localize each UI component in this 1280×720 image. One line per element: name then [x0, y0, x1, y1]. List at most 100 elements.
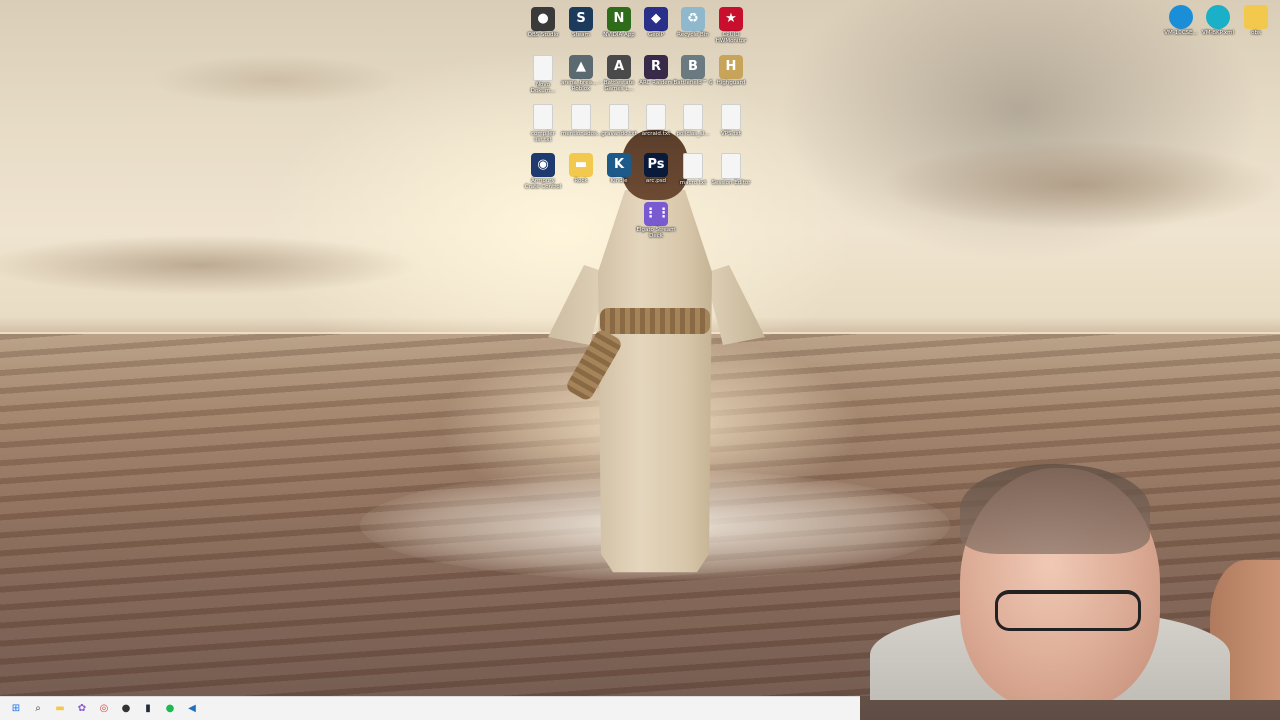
desktop-icon-label: Session Editor: [711, 180, 751, 186]
desktop-icon-label: policias_sl...: [676, 131, 710, 137]
edge-desktop-shortcut[interactable]: VM-10CSE...: [1161, 2, 1201, 36]
text-file-icon: [683, 104, 703, 130]
search-icon[interactable]: ⌕: [30, 701, 46, 717]
desktop-icon-label: Elgato Stream Deck: [636, 227, 676, 239]
folder-desktop-shortcut[interactable]: ▬ Rock: [561, 150, 601, 184]
kindle-icon: K: [607, 153, 631, 177]
armoury-icon: ◉: [531, 153, 555, 177]
desktop-icon-label: OBS Studio: [527, 32, 559, 38]
webcam-hair: [960, 464, 1150, 554]
nvidia-desktop-shortcut[interactable]: N NVIDIA App: [599, 4, 639, 38]
desktop-icon-label: obs: [1251, 30, 1261, 36]
hwmonitor-desktop-shortcut[interactable]: ★ CPUID HWMonitor: [711, 4, 751, 44]
stream-deck-icon: ⋮⋮: [644, 202, 670, 226]
desktop-icon-label: VM-10CSE...: [1164, 30, 1198, 36]
webcam-glasses: [995, 590, 1141, 631]
desktop-icon-label: Recycle Bin: [677, 32, 709, 38]
desktop-icon-label: ARC Raiders: [639, 80, 673, 86]
wallpaper-figure: [540, 130, 770, 573]
desktop-icon-label: VM-BKP.xml: [1201, 30, 1235, 36]
text-file-icon: [721, 104, 741, 130]
obs-icon[interactable]: ●: [118, 701, 134, 717]
text-file-icon: [683, 153, 703, 179]
desktop-icon-label: Steam: [572, 32, 590, 38]
text-file-desktop-shortcut[interactable]: gravando.txt: [599, 101, 639, 137]
text-file-icon: [646, 104, 666, 130]
text-file-icon: [609, 104, 629, 130]
desktop-icon-label: CPUID HWMonitor: [715, 32, 747, 44]
arc-raiders-desktop-shortcut[interactable]: R ARC Raiders: [636, 52, 676, 86]
copilot-icon[interactable]: ✿: [74, 701, 90, 717]
text-file-desktop-shortcut[interactable]: macro.txt: [673, 150, 713, 186]
webcam-overlay: [850, 460, 1280, 700]
desktop-icon-label: arena_brea... - Roblox: [561, 80, 601, 92]
desktop-icon-label: Kindle: [610, 178, 628, 184]
vscode-icon[interactable]: ◀: [184, 701, 200, 717]
desktop-icon-label: gravando.txt: [601, 131, 637, 137]
armoury-desktop-shortcut[interactable]: ◉ Armoury Crate Control: [523, 150, 563, 190]
hwmonitor-icon: ★: [719, 7, 743, 31]
document-desktop-shortcut[interactable]: Novo Dokum...: [523, 52, 563, 94]
stream-deck-desktop-shortcut[interactable]: ⋮⋮ Elgato Stream Deck: [636, 199, 676, 239]
text-file-icon: [721, 153, 741, 179]
steam-desktop-shortcut[interactable]: S Steam: [561, 4, 601, 38]
file-explorer-icon[interactable]: ▬: [52, 701, 68, 717]
text-file-desktop-shortcut[interactable]: arcraid.txt: [636, 101, 676, 137]
desktop-icon-label: Battlefield™ 6: [673, 80, 713, 86]
folder-icon: [1244, 5, 1268, 29]
steam-icon: S: [569, 7, 593, 31]
nvidia-icon: N: [607, 7, 631, 31]
chrome-icon[interactable]: ◎: [96, 701, 112, 717]
battlestate-icon: A: [607, 55, 631, 79]
text-file-desktop-shortcut[interactable]: mentionados...: [561, 101, 603, 137]
battlestate-desktop-shortcut[interactable]: A Battlestate Games L...: [599, 52, 639, 92]
windows-start-icon[interactable]: ⊞: [8, 701, 24, 717]
desktop-icon-label: compiler list.txt: [531, 131, 555, 143]
cloud: [150, 55, 400, 105]
folder-desktop-shortcut[interactable]: obs: [1236, 2, 1276, 36]
text-file-desktop-shortcut[interactable]: VPS.txt: [711, 101, 751, 137]
desktop-icon-label: mentionados...: [561, 131, 603, 137]
folder-icon: ▬: [569, 153, 593, 177]
spotify-icon[interactable]: ●: [162, 701, 178, 717]
recycle-bin-icon: ♻: [681, 7, 705, 31]
figure-sleeve: [705, 265, 765, 345]
text-file-desktop-shortcut[interactable]: Session Editor: [711, 150, 751, 186]
edge-icon: [1169, 5, 1193, 29]
roblox-desktop-shortcut[interactable]: ▲ arena_brea... - Roblox: [561, 52, 601, 92]
cloud: [0, 235, 420, 295]
recycle-bin-desktop-shortcut[interactable]: ♻ Recycle Bin: [673, 4, 713, 38]
kindle-desktop-shortcut[interactable]: K Kindle: [599, 150, 639, 184]
obs-desktop-shortcut[interactable]: ● OBS Studio: [523, 4, 563, 38]
desktop-icon-label: Battlestate Games L...: [603, 80, 635, 92]
desktop-icon-label: arcraid.txt: [641, 131, 671, 137]
desktop-icon-label: Novo Dokum...: [530, 82, 556, 94]
edge-icon: [1206, 5, 1230, 29]
desktop-icon-label: NVIDIA App: [603, 32, 635, 38]
highguard-desktop-shortcut[interactable]: H Highguard: [711, 52, 751, 86]
desktop-icon-label: arc.psd: [645, 178, 667, 184]
highguard-icon: H: [719, 55, 743, 79]
taskbar: ⊞ ⌕ ▬ ✿ ◎ ● ▮ ● ◀: [0, 696, 860, 720]
desktop-icon-label: macro.txt: [679, 180, 707, 186]
figure-belt: [600, 308, 710, 334]
terminal-icon[interactable]: ▮: [140, 701, 156, 717]
document-icon: [533, 55, 553, 81]
obs-icon: ●: [531, 7, 555, 31]
text-file-desktop-shortcut[interactable]: policias_sl...: [673, 101, 713, 137]
photoshop-desktop-shortcut[interactable]: Ps arc.psd: [636, 150, 676, 184]
battlefield-icon: B: [681, 55, 705, 79]
edge-desktop-shortcut[interactable]: VM-BKP.xml: [1198, 2, 1238, 36]
arc-raiders-icon: R: [644, 55, 668, 79]
desktop-icon-label: GeoIP: [648, 32, 664, 38]
text-file-icon: [533, 104, 553, 130]
battlefield-desktop-shortcut[interactable]: B Battlefield™ 6: [673, 52, 713, 86]
geo-icon: ◆: [644, 7, 668, 31]
desktop-icon-label: Highguard: [716, 80, 746, 86]
geo-desktop-shortcut[interactable]: ◆ GeoIP: [636, 4, 676, 38]
desktop-icon-label: Armoury Crate Control: [524, 178, 562, 190]
text-file-icon: [571, 104, 591, 130]
desktop: ● OBS Studio S Steam N NVIDIA App ◆ GeoIP ♻ Recyc…: [0, 0, 1280, 720]
text-file-desktop-shortcut[interactable]: compiler list.txt: [523, 101, 563, 143]
desktop-icon-label: Rock: [574, 178, 588, 184]
